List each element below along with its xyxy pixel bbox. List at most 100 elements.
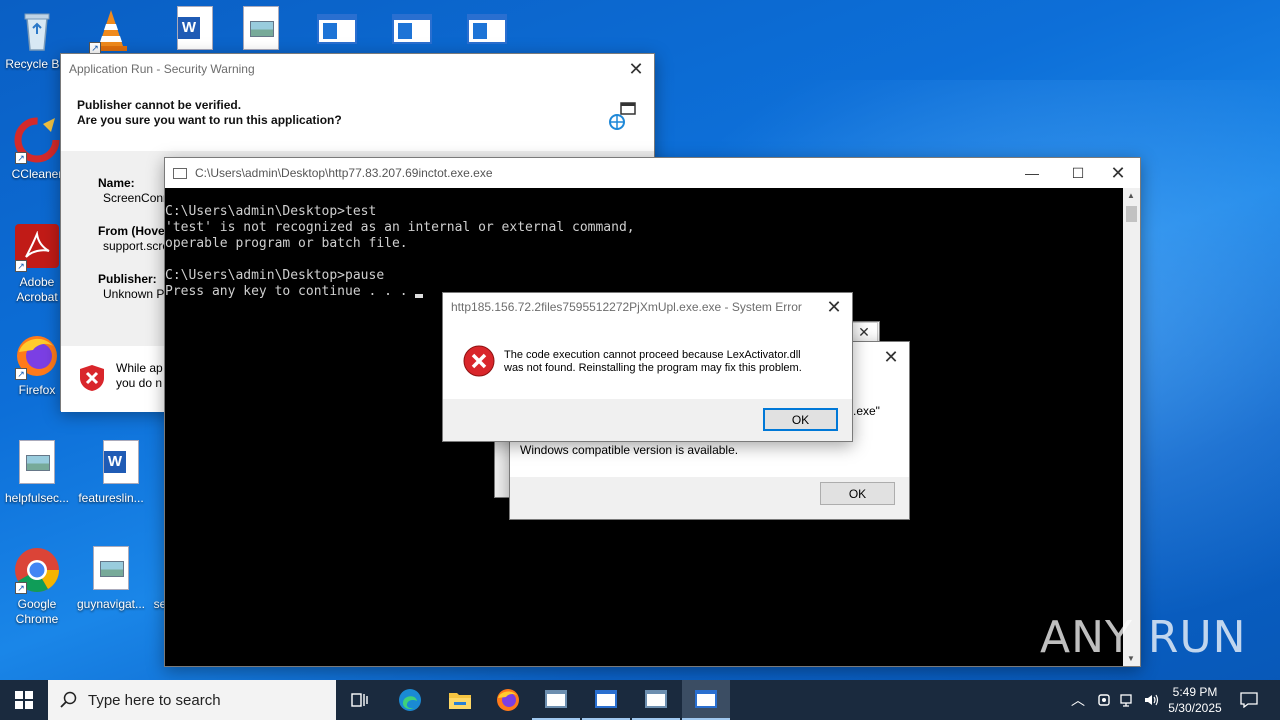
- from-value: support.scre: [103, 239, 170, 253]
- name-label: Name:: [98, 176, 135, 190]
- image-file-icon: [237, 6, 285, 54]
- text-cursor: [415, 294, 424, 298]
- scroll-up-icon[interactable]: ▲: [1127, 191, 1135, 200]
- warning-text-line: you do n: [116, 376, 163, 390]
- application-window-icon: [545, 690, 567, 708]
- error-message-line: The code execution cannot proceed becaus…: [504, 349, 801, 361]
- vlc-cone-icon: ↗: [87, 6, 135, 54]
- taskbar-app-2[interactable]: [582, 680, 630, 720]
- chrome-icon: ↗: [13, 546, 61, 594]
- clock-date: 5/30/2025: [1168, 701, 1222, 715]
- application-window-icon: [595, 690, 617, 708]
- close-icon[interactable]: ✕: [850, 322, 878, 342]
- taskbar-firefox[interactable]: [484, 680, 532, 720]
- system-error-titlebar: http185.156.72.2files7595512272PjXmUpl.e…: [443, 293, 852, 321]
- error-message-line: was not found. Reinstalling the program …: [504, 362, 802, 374]
- cmd-scrollbar[interactable]: ▲ ▼: [1123, 188, 1140, 666]
- clock-time: 5:49 PM: [1172, 685, 1218, 699]
- desktop-icon-featureslin[interactable]: W featureslin...: [74, 440, 148, 505]
- close-icon[interactable]: ✕: [620, 56, 652, 82]
- application-globe-icon: [607, 100, 639, 135]
- window-title: C:\Users\admin\Desktop\http77.83.207.69i…: [195, 166, 493, 180]
- start-button[interactable]: [0, 680, 48, 720]
- dialog-message: Windows compatible version is available.: [520, 443, 739, 457]
- console-line: 'test' is not recognized as an internal …: [165, 220, 635, 235]
- security-warning-header: Publisher cannot be verified. Are you su…: [61, 84, 654, 142]
- ok-button[interactable]: OK: [820, 482, 895, 505]
- desktop-icon-image-file[interactable]: [224, 6, 298, 57]
- taskbar-file-explorer[interactable]: [436, 680, 484, 720]
- shortcut-arrow-icon: ↗: [15, 368, 27, 380]
- anyrun-watermark: ANY RUN: [1040, 612, 1247, 663]
- console-line: Press any key to continue . . .: [165, 284, 416, 299]
- network-icon[interactable]: [1116, 680, 1140, 720]
- from-label: From (Hove: [98, 224, 165, 238]
- desktop-icon-helpfulsec[interactable]: helpfulsec...: [0, 440, 74, 505]
- dialog-footer: OK: [510, 477, 909, 519]
- search-placeholder: Type here to search: [88, 691, 221, 709]
- firefox-icon: ↗: [13, 332, 61, 380]
- close-icon[interactable]: ✕: [875, 344, 907, 370]
- desktop-icon-label: Adobe Acrobat: [16, 275, 58, 304]
- console-line: operable program or batch file.: [165, 236, 408, 251]
- error-icon: [463, 345, 495, 380]
- task-view-icon: [351, 693, 368, 707]
- firefox-icon: [497, 689, 519, 711]
- taskbar-app-1[interactable]: [532, 680, 580, 720]
- desktop-icon-word-doc[interactable]: W: [148, 6, 222, 57]
- word-document-icon: W: [161, 6, 213, 54]
- image-file-icon: [13, 440, 61, 488]
- ok-button[interactable]: OK: [763, 408, 838, 431]
- window-title: http185.156.72.2files7595512272PjXmUpl.e…: [451, 300, 802, 314]
- warning-text: While ap you do n: [116, 361, 163, 391]
- windows-logo-icon: [15, 691, 33, 709]
- warning-text-line: While ap: [116, 361, 163, 375]
- word-document-icon: W: [87, 440, 139, 488]
- recycle-bin-icon: [13, 6, 61, 54]
- taskbar-app-3[interactable]: [632, 680, 680, 720]
- error-message: The code execution cannot proceed becaus…: [504, 349, 802, 375]
- minimize-icon[interactable]: —: [1016, 160, 1048, 186]
- dialog-partial-text: .exe": [853, 404, 880, 418]
- taskbar-search-box[interactable]: Type here to search: [48, 680, 336, 720]
- close-icon[interactable]: ✕: [818, 294, 850, 320]
- taskbar-edge[interactable]: [386, 680, 434, 720]
- close-icon[interactable]: ✕: [1102, 160, 1134, 186]
- publisher-value: Unknown P: [103, 287, 165, 301]
- edge-icon: [399, 689, 421, 711]
- name-value: ScreenConn: [103, 191, 170, 205]
- console-line: C:\Users\admin\Desktop>pause: [165, 268, 385, 283]
- desktop-icon-label: featureslin...: [78, 491, 144, 505]
- desktop-icon-guynavigat[interactable]: guynavigat...: [74, 546, 148, 611]
- application-window-icon: [645, 690, 667, 708]
- taskbar-app-4-active[interactable]: [682, 680, 730, 720]
- volume-icon[interactable]: [1140, 680, 1164, 720]
- desktop-icon-label: guynavigat...: [76, 597, 146, 611]
- chevron-up-icon[interactable]: ︿: [1066, 680, 1090, 720]
- system-error-dialog: http185.156.72.2files7595512272PjXmUpl.e…: [442, 292, 853, 442]
- application-window-icon: [695, 690, 717, 708]
- desktop-icon-chrome[interactable]: ↗ Google Chrome: [0, 546, 74, 627]
- shield-error-icon: [79, 364, 105, 395]
- maximize-icon[interactable]: ☐: [1062, 160, 1094, 186]
- warning-heading-1: Publisher cannot be verified.: [77, 98, 242, 112]
- ccleaner-icon: ↗: [13, 116, 61, 164]
- folder-icon: [449, 693, 471, 709]
- notification-icon[interactable]: [1234, 680, 1264, 720]
- cmd-app-icon: [173, 167, 187, 179]
- shortcut-arrow-icon: ↗: [15, 260, 27, 272]
- image-file-icon: [87, 546, 135, 594]
- tray-app-icon[interactable]: [1092, 680, 1116, 720]
- console-line: C:\Users\admin\Desktop>test: [165, 204, 377, 219]
- dialog-footer: OK: [443, 399, 852, 441]
- search-icon: [60, 691, 77, 708]
- desktop-icon-vlc[interactable]: ↗: [74, 6, 148, 57]
- warning-heading-2: Are you sure you want to run this applic…: [77, 113, 342, 127]
- acrobat-icon: ↗: [13, 224, 61, 272]
- task-view-button[interactable]: [336, 680, 384, 720]
- scroll-thumb[interactable]: [1126, 206, 1137, 222]
- taskbar: Type here to search ︿ 5:49 PM 5/30/2025: [0, 680, 1280, 720]
- clock[interactable]: 5:49 PM 5/30/2025: [1166, 680, 1224, 720]
- desktop-icon-label: Google Chrome: [15, 597, 59, 626]
